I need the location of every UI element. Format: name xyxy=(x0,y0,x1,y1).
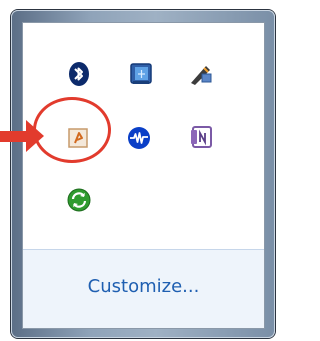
pen-tool-icon[interactable] xyxy=(188,61,214,87)
onenote-icon[interactable] xyxy=(189,124,215,150)
customize-footer: Customize... xyxy=(23,249,264,328)
audio-waveform-icon[interactable] xyxy=(126,125,152,151)
customize-link[interactable]: Customize... xyxy=(23,276,264,297)
bluetooth-icon[interactable] xyxy=(66,61,92,87)
network-icon[interactable] xyxy=(128,61,154,87)
notification-area-popup: Customize... xyxy=(22,22,265,329)
sync-icon[interactable] xyxy=(66,187,92,213)
pointer-arrow-icon xyxy=(0,114,56,160)
